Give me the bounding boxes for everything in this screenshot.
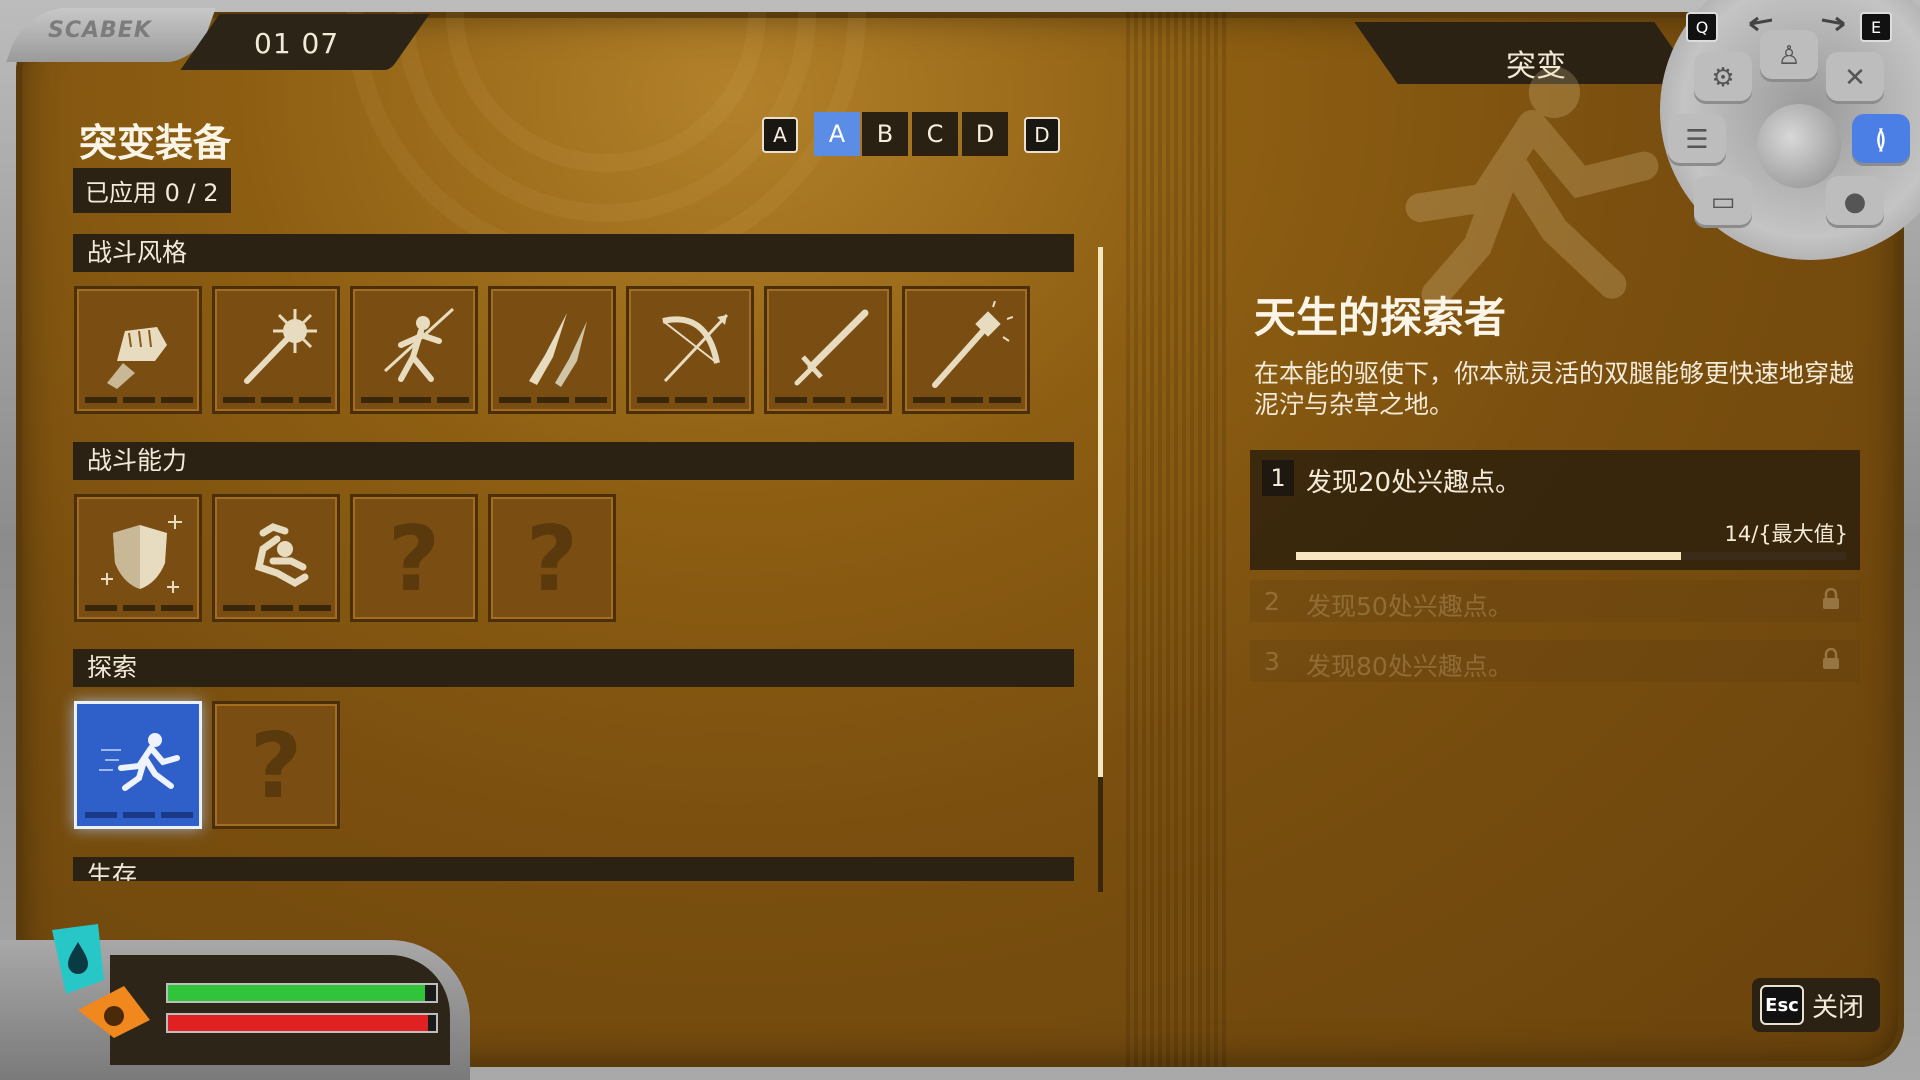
loadout-tab-d[interactable]: D bbox=[962, 112, 1008, 156]
spear-thrower-icon bbox=[383, 307, 455, 382]
dna-icon[interactable]: ≬ bbox=[1852, 114, 1910, 166]
mutation-slot-fist[interactable] bbox=[74, 286, 202, 414]
requirement-text: 发现20处兴趣点。 bbox=[1306, 468, 1522, 498]
sword-icon bbox=[794, 309, 869, 386]
slot-level-pips bbox=[775, 397, 883, 403]
runner-watermark-icon bbox=[1405, 66, 1659, 309]
section-header: 生存 bbox=[73, 857, 1074, 881]
requirement-2: 2 发现50处兴趣点。 bbox=[1250, 580, 1860, 622]
lock-icon bbox=[1823, 588, 1839, 609]
loadout-key-hint: D bbox=[1024, 117, 1060, 153]
inventory-screen: 突变装备 已应用 0 / 2 AABCDD 战斗风格 战斗能力?? 探索? 生存 突变… bbox=[16, 12, 1904, 1067]
energy-bar bbox=[166, 983, 438, 1003]
slot-level-pips bbox=[223, 605, 331, 611]
section-header: 探索 bbox=[73, 649, 1074, 687]
notes-icon[interactable]: ▭ bbox=[1694, 176, 1752, 228]
character-icon[interactable]: ♙ bbox=[1760, 30, 1818, 82]
question-mark-icon: ? bbox=[387, 507, 441, 612]
game-clock: 01 07 bbox=[254, 27, 340, 60]
applied-counter: 已应用 0 / 2 bbox=[73, 168, 231, 213]
requirement-text: 发现50处兴趣点。 bbox=[1306, 592, 1513, 621]
perk-name: 天生的探索者 bbox=[1254, 293, 1507, 342]
mutation-slot-dodge-roll[interactable] bbox=[212, 494, 340, 622]
mutation-slot-sword[interactable] bbox=[764, 286, 892, 414]
settings-gear-icon[interactable]: ⚙ bbox=[1694, 52, 1752, 104]
slot-level-pips bbox=[361, 397, 469, 403]
locked-slot[interactable]: ? bbox=[212, 701, 340, 829]
lock-icon bbox=[1823, 648, 1839, 669]
esc-key-hint: Esc bbox=[1760, 985, 1804, 1025]
health-bar bbox=[166, 1013, 438, 1033]
slot-level-pips bbox=[85, 397, 193, 403]
loadout-tab-b[interactable]: B bbox=[862, 112, 908, 156]
locked-slot[interactable]: ? bbox=[488, 494, 616, 622]
runner-icon bbox=[99, 733, 180, 791]
dual-daggers-icon bbox=[529, 313, 587, 387]
locked-slot[interactable]: ? bbox=[350, 494, 478, 622]
bow-icon bbox=[662, 313, 729, 383]
slot-level-pips bbox=[85, 605, 193, 611]
requirement-progress-text: 14/{最大值} bbox=[1724, 522, 1848, 546]
question-mark-icon: ? bbox=[249, 714, 303, 819]
loadout-key-hint: A bbox=[762, 117, 798, 153]
brand-logo: SCABEK bbox=[48, 18, 152, 43]
question-mark-icon: ? bbox=[525, 507, 579, 612]
creature-icon[interactable]: ● bbox=[1826, 176, 1884, 228]
device-frame: 突变装备 已应用 0 / 2 AABCDD 战斗风格 战斗能力?? 探索? 生存 突变… bbox=[0, 0, 1920, 1080]
slot-level-pips bbox=[637, 397, 745, 403]
requirement-3: 3 发现80处兴趣点。 bbox=[1250, 640, 1860, 682]
loadout-tab-a[interactable]: A bbox=[814, 112, 860, 156]
slot-level-pips bbox=[223, 397, 331, 403]
shield-icon bbox=[101, 515, 182, 593]
fist-icon bbox=[107, 327, 167, 389]
close-button[interactable]: Esc 关闭 bbox=[1752, 978, 1880, 1032]
staff-icon bbox=[932, 301, 1013, 388]
requirement-progress-bar bbox=[1296, 552, 1846, 560]
panel-divider bbox=[1126, 12, 1226, 1067]
mutation-slot-runner[interactable] bbox=[74, 701, 202, 829]
requirement-number: 2 bbox=[1264, 587, 1280, 616]
next-key-hint: E bbox=[1860, 12, 1892, 42]
slot-level-pips bbox=[85, 812, 193, 818]
perk-description: 在本能的驱使下，你本就灵活的双腿能够更快速地穿越泥泞与杂草之地。 bbox=[1254, 359, 1855, 419]
requirement-number: 3 bbox=[1264, 647, 1280, 676]
dodge-roll-icon bbox=[254, 523, 309, 588]
mutation-slot-dual-daggers[interactable] bbox=[488, 286, 616, 414]
requirement-number: 1 bbox=[1262, 460, 1294, 496]
section-header: 战斗风格 bbox=[73, 234, 1074, 272]
requirement-1: 1 发现20处兴趣点。 14/{最大值} bbox=[1250, 450, 1860, 570]
section-header: 战斗能力 bbox=[73, 442, 1074, 480]
mutation-slot-spear-thrower[interactable] bbox=[350, 286, 478, 414]
wheel-hub bbox=[1757, 104, 1841, 188]
prev-key-hint: Q bbox=[1686, 12, 1718, 42]
hud-inner bbox=[110, 955, 450, 1065]
requirement-text: 发现80处兴趣点。 bbox=[1306, 652, 1513, 681]
mutation-slot-mace[interactable] bbox=[212, 286, 340, 414]
mace-icon bbox=[244, 309, 317, 384]
quest-list-icon[interactable]: ☰ bbox=[1668, 114, 1726, 166]
mutation-slot-bow[interactable] bbox=[626, 286, 754, 414]
crafting-tools-icon[interactable]: ✕ bbox=[1826, 52, 1884, 104]
page-title: 突变装备 bbox=[79, 121, 232, 165]
mutation-slot-shield[interactable] bbox=[74, 494, 202, 622]
close-label: 关闭 bbox=[1812, 992, 1865, 1023]
scrollbar-thumb[interactable] bbox=[1098, 247, 1103, 777]
slot-level-pips bbox=[913, 397, 1021, 403]
mutation-slot-staff[interactable] bbox=[902, 286, 1030, 414]
loadout-tab-c[interactable]: C bbox=[912, 112, 958, 156]
slot-level-pips bbox=[499, 397, 607, 403]
food-icon bbox=[78, 986, 150, 1038]
